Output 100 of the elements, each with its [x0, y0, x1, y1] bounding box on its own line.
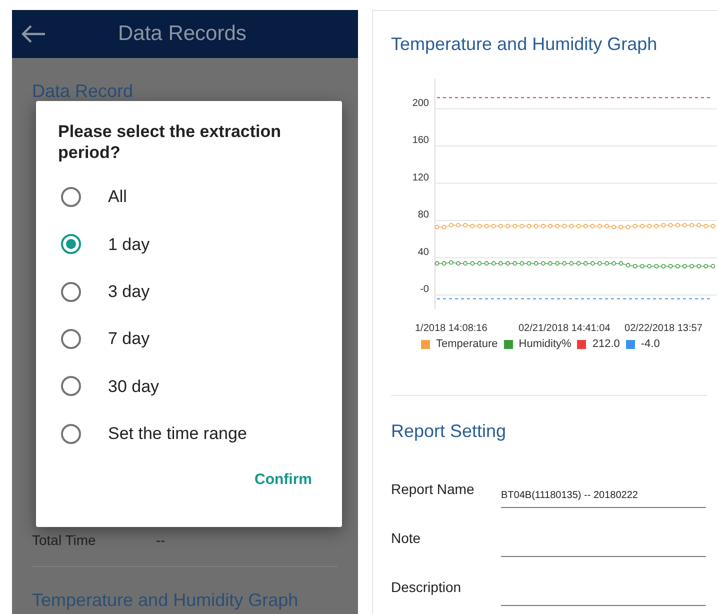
field-label: Report Name — [391, 480, 476, 499]
point — [710, 264, 716, 268]
point — [576, 224, 581, 228]
point — [682, 264, 687, 268]
point — [618, 224, 624, 230]
y-tick-label: 200 — [412, 98, 429, 109]
point — [661, 222, 666, 228]
point — [506, 261, 510, 266]
y-tick-label: 120 — [412, 172, 429, 184]
radio-button[interactable] — [61, 187, 81, 208]
point — [604, 261, 610, 266]
point — [526, 224, 532, 228]
field-label: Total Time — [32, 531, 96, 550]
point — [456, 261, 460, 266]
point — [548, 261, 552, 266]
point — [534, 261, 538, 266]
point — [704, 264, 708, 268]
point — [562, 224, 567, 228]
point — [598, 261, 602, 266]
back-arrow-icon[interactable] — [20, 24, 46, 44]
point — [512, 261, 518, 266]
point — [696, 264, 702, 268]
section-heading: Data Record — [32, 80, 134, 103]
point — [498, 261, 503, 266]
point — [442, 224, 446, 230]
radio-button[interactable] — [61, 329, 81, 350]
y-tick-label: 160 — [412, 135, 429, 146]
point — [661, 264, 666, 268]
point — [583, 224, 588, 228]
point — [690, 264, 694, 268]
radio-button[interactable] — [61, 282, 81, 302]
point — [463, 222, 468, 228]
point — [710, 224, 716, 228]
field-label: Note — [391, 528, 422, 548]
dialog-title: Please select the extraction period? — [58, 121, 282, 164]
point — [484, 224, 489, 228]
x-tick-label: 02/21/2018 14:41:04 — [518, 323, 610, 334]
point — [704, 224, 708, 228]
x-tick-label: 1/2018 14:08:16 — [415, 323, 488, 334]
option-label[interactable]: All — [108, 184, 127, 210]
point — [654, 264, 659, 268]
point — [583, 261, 588, 266]
point — [512, 224, 518, 228]
y-tick-label: 80 — [418, 210, 429, 221]
point — [498, 224, 503, 228]
point — [448, 260, 454, 265]
point — [675, 264, 680, 268]
point — [562, 261, 567, 266]
point — [647, 224, 652, 228]
field-label: Description — [391, 578, 462, 597]
option-label[interactable]: 7 day — [108, 326, 150, 352]
point — [484, 261, 489, 266]
radio-button[interactable] — [61, 424, 81, 444]
legend-label: 212.0 — [592, 337, 620, 352]
point — [626, 263, 630, 268]
confirm-button[interactable]: Confirm — [246, 465, 320, 496]
point — [526, 261, 532, 266]
option-label[interactable]: Set the time range — [108, 420, 247, 446]
radio-button[interactable] — [61, 234, 81, 254]
point — [569, 261, 574, 266]
point — [618, 261, 624, 266]
point — [548, 224, 552, 228]
point — [590, 261, 595, 266]
x-tick-label: 02/22/2018 13:57 — [624, 323, 702, 334]
point — [569, 224, 574, 228]
point — [463, 261, 468, 266]
option-label[interactable]: 30 day — [108, 374, 160, 400]
point — [612, 224, 616, 230]
point — [520, 261, 524, 266]
point — [448, 222, 454, 228]
point — [540, 261, 546, 266]
point — [576, 261, 581, 266]
point — [456, 222, 460, 228]
section-heading: Report Setting — [391, 420, 508, 443]
point — [668, 264, 673, 268]
point — [477, 224, 482, 228]
point — [696, 222, 702, 228]
point — [540, 224, 546, 228]
point — [491, 224, 496, 228]
legend-label: Humidity% — [518, 337, 572, 352]
point — [491, 261, 496, 266]
legend-label: -4.0 — [640, 337, 660, 352]
point — [654, 224, 659, 228]
point — [675, 222, 680, 228]
point — [612, 261, 616, 266]
point — [640, 264, 644, 268]
point — [668, 222, 673, 228]
point — [604, 224, 610, 228]
y-tick-label: 40 — [418, 246, 429, 258]
point — [434, 224, 440, 230]
option-label[interactable]: 3 day — [108, 278, 150, 304]
y-tick-label: -0 — [420, 284, 429, 296]
point — [598, 224, 602, 228]
point — [442, 261, 446, 266]
section-heading: Temperature and Humidity Graph — [32, 566, 338, 614]
option-label[interactable]: 1 day — [108, 232, 150, 258]
point — [632, 224, 638, 228]
radio-button[interactable] — [61, 376, 81, 396]
field-value: -- — [156, 531, 166, 550]
point — [555, 261, 560, 266]
